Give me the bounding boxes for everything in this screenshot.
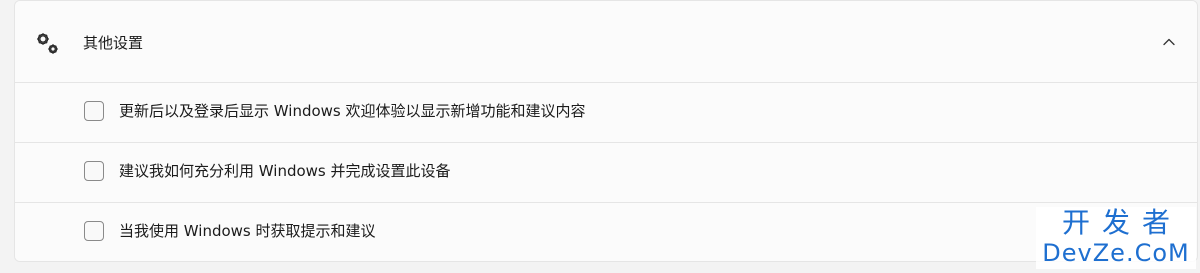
- section-title: 其他设置: [83, 34, 144, 52]
- setup-suggestions-label: 建议我如何充分利用 Windows 并完成设置此设备: [119, 162, 451, 180]
- welcome-experience-label: 更新后以及登录后显示 Windows 欢迎体验以显示新增功能和建议内容: [119, 102, 586, 120]
- welcome-experience-checkbox[interactable]: [84, 101, 104, 121]
- watermark-cn: 开发者: [1061, 206, 1182, 239]
- gears-icon: [37, 33, 58, 54]
- tips-suggestions-label: 当我使用 Windows 时获取提示和建议: [119, 222, 376, 240]
- other-settings-header[interactable]: 其他设置: [15, 1, 1197, 83]
- option-row-setup-suggestions[interactable]: 建议我如何充分利用 Windows 并完成设置此设备: [15, 143, 1197, 203]
- watermark-en: DevZe.CoM: [1042, 239, 1190, 267]
- other-settings-panel: 其他设置 更新后以及登录后显示 Windows 欢迎体验以显示新增功能和建议内容…: [14, 0, 1198, 262]
- chevron-up-icon[interactable]: [1161, 34, 1177, 50]
- watermark: 开发者 DevZe.CoM: [1036, 207, 1196, 269]
- option-row-welcome-experience[interactable]: 更新后以及登录后显示 Windows 欢迎体验以显示新增功能和建议内容: [15, 83, 1197, 143]
- setup-suggestions-checkbox[interactable]: [84, 161, 104, 181]
- tips-suggestions-checkbox[interactable]: [84, 221, 104, 241]
- option-row-tips-suggestions[interactable]: 当我使用 Windows 时获取提示和建议: [15, 203, 1197, 261]
